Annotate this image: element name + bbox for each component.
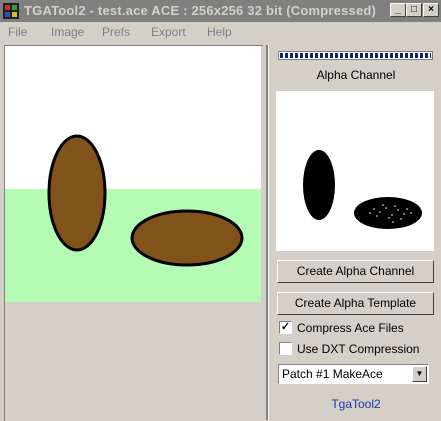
- alpha-channel-preview: [276, 91, 434, 251]
- alpha-channel-label: Alpha Channel: [316, 68, 396, 82]
- menu-file[interactable]: File: [8, 25, 27, 39]
- maximize-button[interactable]: □: [406, 3, 422, 17]
- panel-divider: [266, 45, 269, 420]
- app-icon: [3, 3, 19, 19]
- close-button[interactable]: ×: [423, 3, 439, 17]
- chevron-down-icon[interactable]: ▼: [412, 366, 427, 382]
- menu-image[interactable]: Image: [51, 25, 84, 39]
- compress-ace-checkbox[interactable]: ✓: [279, 321, 292, 334]
- image-canvas-panel: [4, 45, 263, 421]
- menu-bar: File Image Prefs Export Help: [0, 22, 441, 41]
- minimize-button[interactable]: _: [390, 3, 406, 17]
- use-dxt-checkbox[interactable]: [279, 342, 292, 355]
- title-bar[interactable]: TGATool2 - test.ace ACE : 256x256 32 bit…: [0, 0, 441, 22]
- maximize-icon: □: [410, 4, 418, 15]
- menu-prefs[interactable]: Prefs: [102, 25, 130, 39]
- texture-preview-image: [5, 46, 261, 302]
- close-icon: ×: [428, 4, 434, 15]
- create-alpha-channel-button[interactable]: Create Alpha Channel: [277, 260, 434, 283]
- compress-ace-label: Compress Ace Files: [297, 321, 404, 335]
- app-window: TGATool2 - test.ace ACE : 256x256 32 bit…: [0, 0, 441, 421]
- patch-dropdown-value: Patch #1 MakeAce: [282, 367, 383, 381]
- minimize-icon: _: [395, 4, 401, 15]
- app-name-label: TgaTool2: [331, 397, 381, 411]
- menu-export[interactable]: Export: [151, 25, 186, 39]
- create-alpha-template-button[interactable]: Create Alpha Template: [277, 292, 434, 315]
- window-title: TGATool2 - test.ace ACE : 256x256 32 bit…: [24, 3, 377, 18]
- menu-help[interactable]: Help: [207, 25, 232, 39]
- progress-fill: [280, 53, 431, 58]
- use-dxt-label: Use DXT Compression: [297, 342, 420, 356]
- progress-bar: [278, 51, 433, 60]
- patch-dropdown[interactable]: Patch #1 MakeAce ▼: [278, 364, 429, 384]
